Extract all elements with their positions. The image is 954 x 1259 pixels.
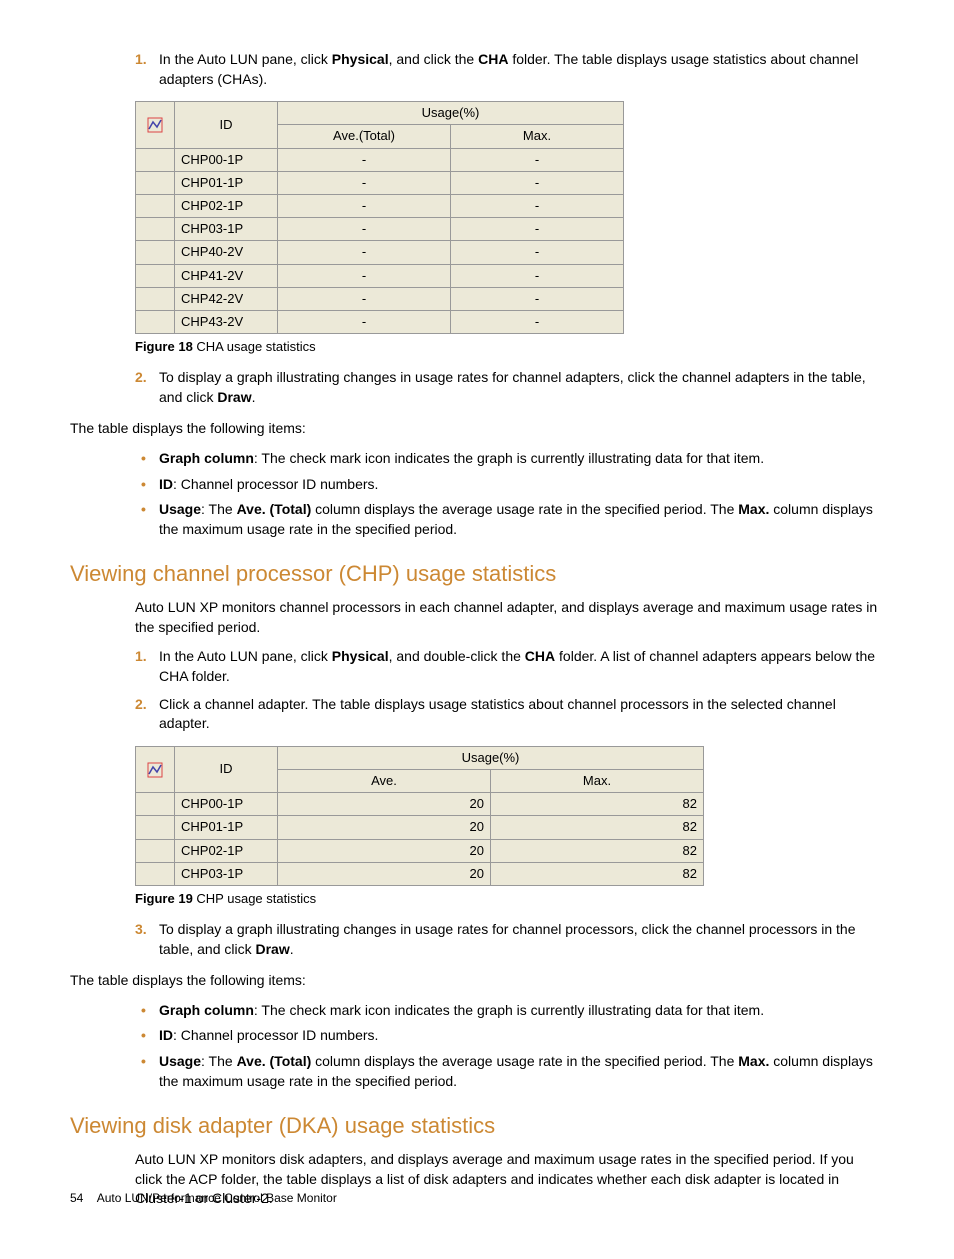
chp-usage-table: ID Usage(%) Ave. Max. CHP00-1P2082 CHP01… <box>135 746 704 886</box>
col-id: ID <box>175 102 278 148</box>
table-row: CHP40-2V-- <box>136 241 624 264</box>
step-text: . <box>252 389 256 405</box>
step-2: 2. Click a channel adapter. The table di… <box>135 695 884 734</box>
step-1: 1. In the Auto LUN pane, click Physical,… <box>135 647 884 686</box>
step-2: 2. To display a graph illustrating chang… <box>135 368 884 407</box>
list-item: Usage: The Ave. (Total) column displays … <box>135 1052 884 1091</box>
table-row: CHP00-1P-- <box>136 148 624 171</box>
table-row: CHP03-1P2082 <box>136 862 704 885</box>
table-row: CHP43-2V-- <box>136 310 624 333</box>
step-text: In the Auto LUN pane, click <box>159 51 332 67</box>
table-items-intro: The table displays the following items: <box>70 419 884 439</box>
table-row: CHP02-1P-- <box>136 194 624 217</box>
page-number: 54 <box>70 1191 83 1205</box>
list-item: ID: Channel processor ID numbers. <box>135 475 884 495</box>
bold-draw: Draw <box>217 389 251 405</box>
graph-column-header <box>136 102 175 148</box>
col-ave: Ave. <box>278 769 491 792</box>
step-number: 1. <box>135 50 147 70</box>
step-number: 3. <box>135 920 147 940</box>
figure-18-caption: Figure 18 CHA usage statistics <box>135 338 884 356</box>
table-row: CHP42-2V-- <box>136 287 624 310</box>
step-text: To display a graph illustrating changes … <box>159 369 866 405</box>
step-3: 3. To display a graph illustrating chang… <box>135 920 884 959</box>
section-chp-intro: Auto LUN XP monitors channel processors … <box>135 598 884 637</box>
section-dka-title: Viewing disk adapter (DKA) usage statist… <box>70 1111 884 1142</box>
list-item: Graph column: The check mark icon indica… <box>135 1001 884 1021</box>
list-item: Graph column: The check mark icon indica… <box>135 449 884 469</box>
table-row: CHP01-1P-- <box>136 171 624 194</box>
page-footer: 54 Auto LUN/Performance Control Base Mon… <box>70 1190 337 1207</box>
table-row: CHP03-1P-- <box>136 218 624 241</box>
col-ave: Ave.(Total) <box>278 125 451 148</box>
bold-physical: Physical <box>332 51 389 67</box>
figure-19-caption: Figure 19 CHP usage statistics <box>135 890 884 908</box>
list-item: ID: Channel processor ID numbers. <box>135 1026 884 1046</box>
step-1: 1. In the Auto LUN pane, click Physical,… <box>135 50 884 89</box>
step-text: , and click the <box>389 51 479 67</box>
step-number: 1. <box>135 647 147 667</box>
table-row: CHP41-2V-- <box>136 264 624 287</box>
table-row: CHP01-1P2082 <box>136 816 704 839</box>
bold-cha: CHA <box>478 51 508 67</box>
col-usage: Usage(%) <box>278 102 624 125</box>
table-row: CHP02-1P2082 <box>136 839 704 862</box>
table-row: CHP00-1P2082 <box>136 793 704 816</box>
cha-usage-table: ID Usage(%) Ave.(Total) Max. CHP00-1P-- … <box>135 101 624 334</box>
chart-check-icon <box>147 762 163 778</box>
col-max: Max. <box>451 125 624 148</box>
graph-column-header <box>136 746 175 792</box>
col-max: Max. <box>491 769 704 792</box>
chart-check-icon <box>147 117 163 133</box>
table-items-intro: The table displays the following items: <box>70 971 884 991</box>
footer-title: Auto LUN/Performance Control Base Monito… <box>97 1191 337 1205</box>
col-id: ID <box>175 746 278 792</box>
list-item: Usage: The Ave. (Total) column displays … <box>135 500 884 539</box>
section-chp-title: Viewing channel processor (CHP) usage st… <box>70 559 884 590</box>
step-number: 2. <box>135 368 147 388</box>
step-number: 2. <box>135 695 147 715</box>
col-usage: Usage(%) <box>278 746 704 769</box>
